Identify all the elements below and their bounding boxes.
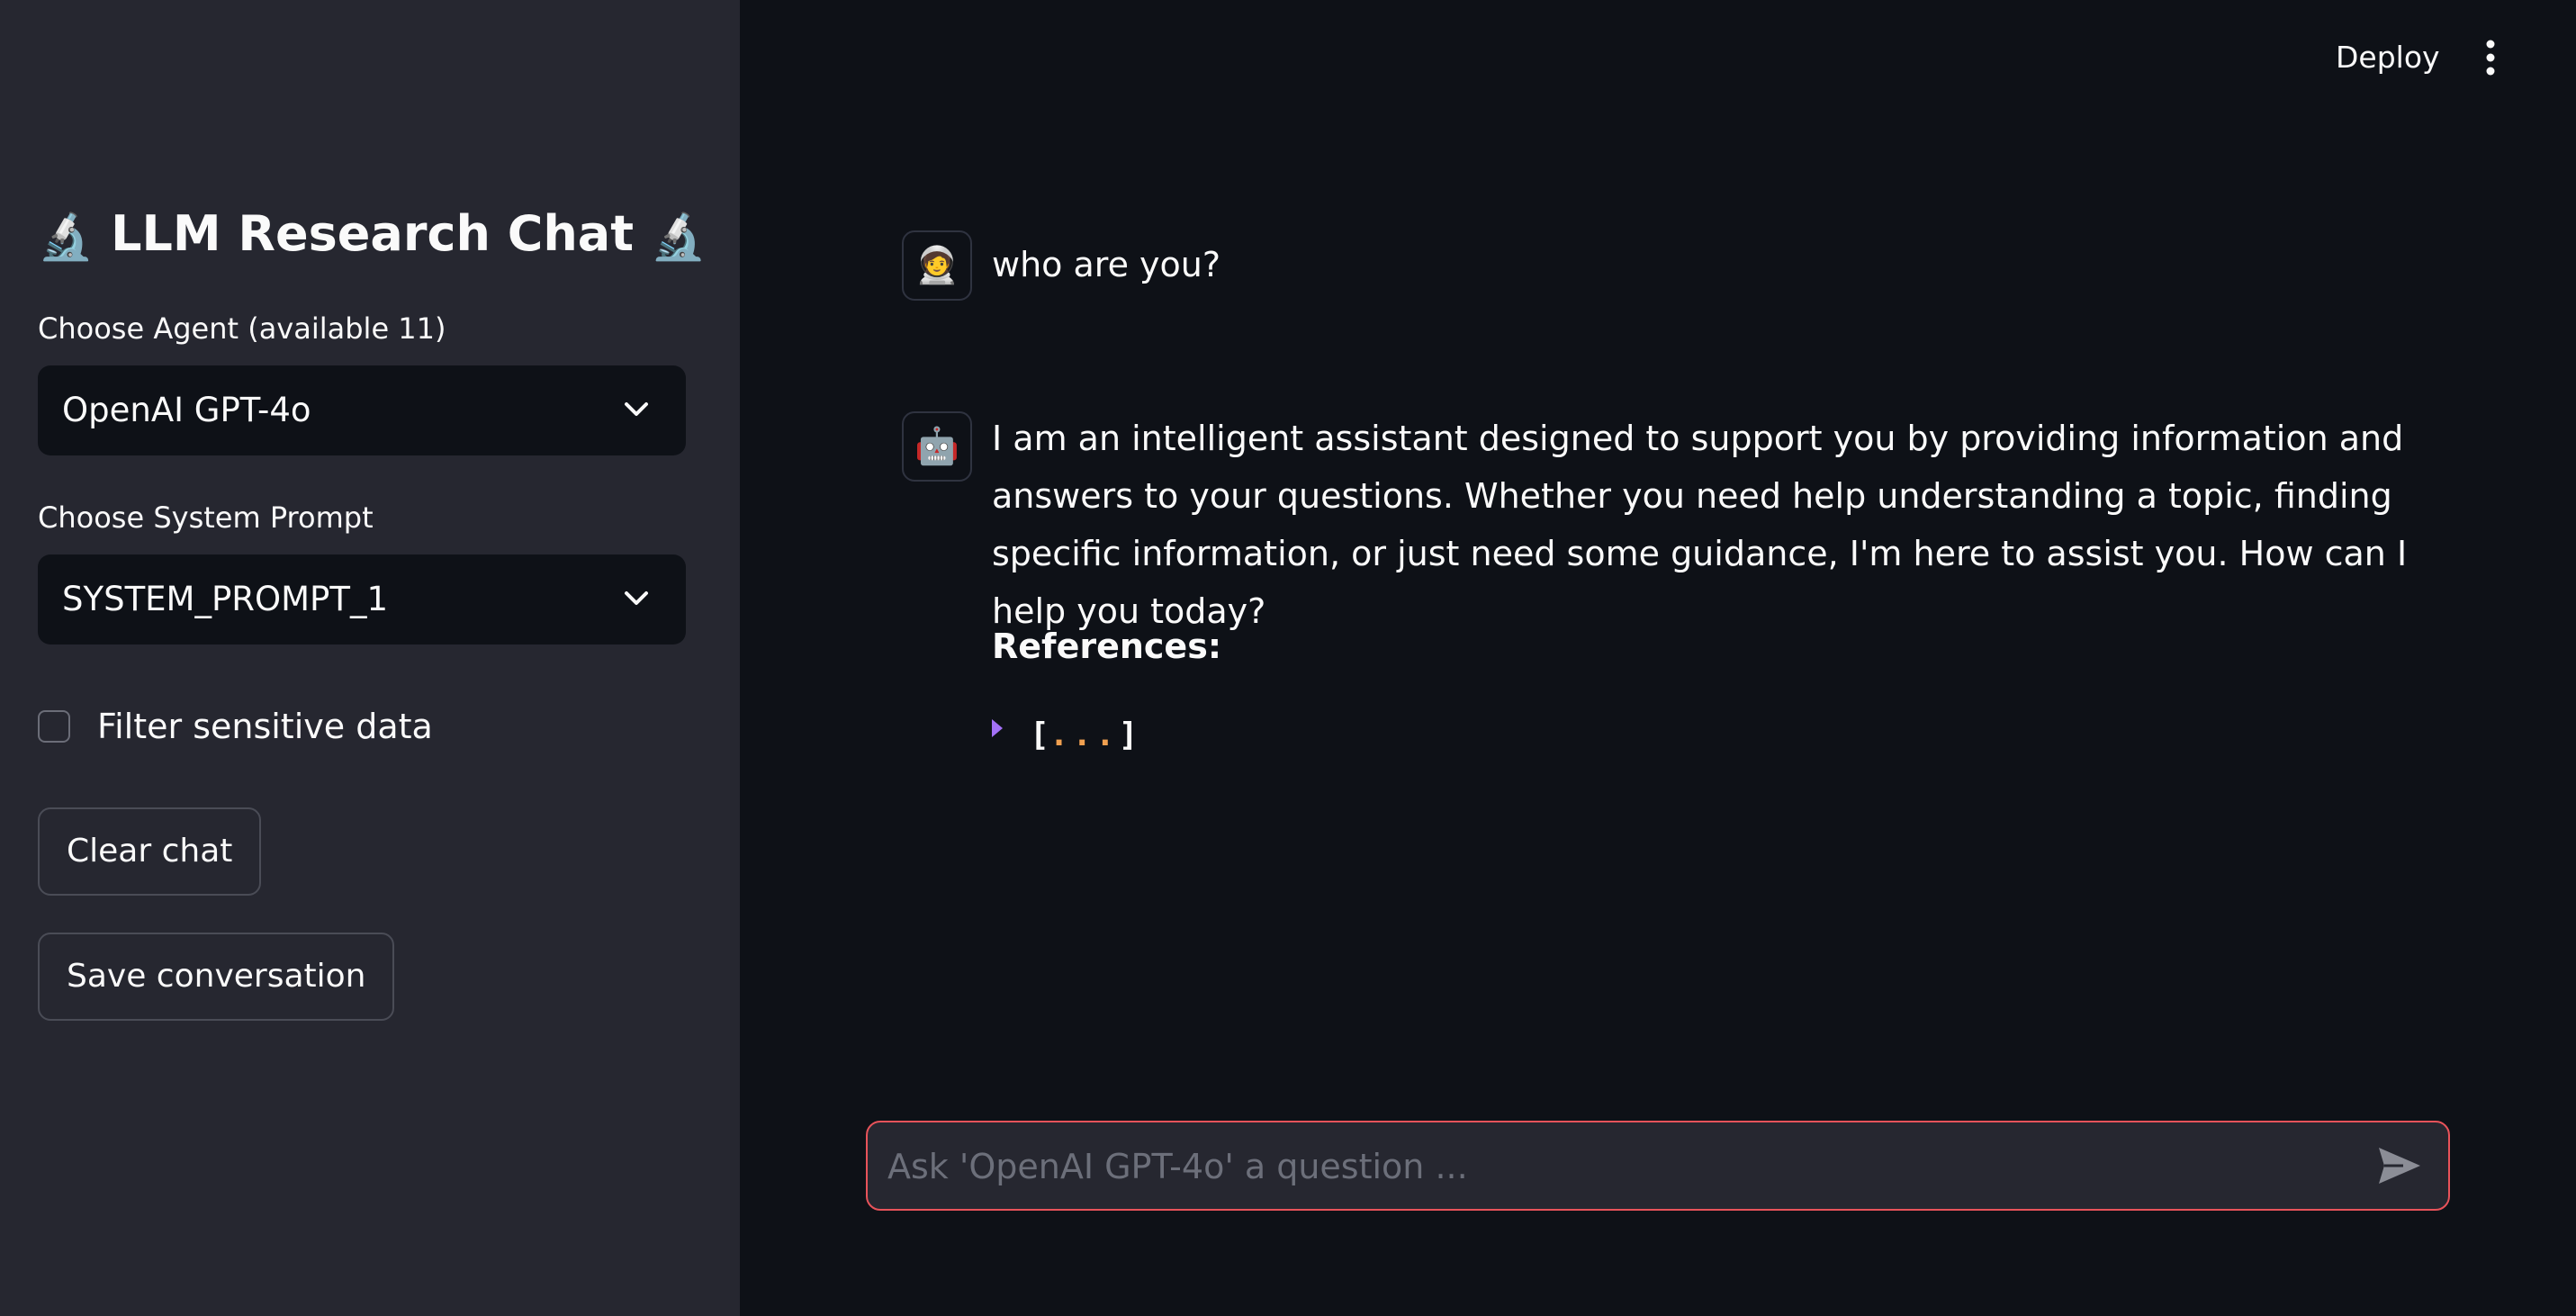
caret-right-icon <box>992 719 1003 737</box>
save-conversation-button[interactable]: Save conversation <box>38 933 395 1021</box>
chat-input[interactable] <box>886 1122 2311 1211</box>
send-icon[interactable] <box>2376 1144 2423 1187</box>
references-close-bracket: ] <box>1118 716 1139 753</box>
references-open-bracket: [ <box>1030 716 1049 753</box>
system-prompt-select-value: SYSTEM_PROMPT_1 <box>62 580 388 618</box>
kebab-menu-icon[interactable] <box>2472 36 2509 79</box>
microscope-icon: 🔬 <box>38 211 95 264</box>
system-prompt-select[interactable]: SYSTEM_PROMPT_1 <box>38 554 686 644</box>
chevron-down-icon <box>625 402 648 416</box>
app-root: 🔬 LLM Research Chat 🔬 Choose Agent (avai… <box>0 0 2576 1316</box>
references-label: References: <box>992 626 1222 666</box>
deploy-button[interactable]: Deploy <box>2318 32 2458 83</box>
robot-avatar-icon: 🤖 <box>902 411 972 482</box>
filter-sensitive-data-label: Filter sensitive data <box>97 707 433 746</box>
filter-sensitive-data-row[interactable]: Filter sensitive data <box>38 704 433 749</box>
references-ellipsis: ... <box>1049 716 1119 753</box>
chat-input-container <box>866 1121 2450 1211</box>
system-prompt-select-label: Choose System Prompt <box>38 500 374 535</box>
agent-select-value: OpenAI GPT-4o <box>62 391 311 429</box>
references-json-toggle[interactable]: [ ... ] <box>992 709 1138 760</box>
user-message-text: who are you? <box>992 245 1221 284</box>
microscope-icon: 🔬 <box>650 211 707 264</box>
chevron-down-icon <box>625 591 648 605</box>
agent-select-label: Choose Agent (available 11) <box>38 311 446 346</box>
assistant-message-text: I am an intelligent assistant designed t… <box>992 419 2408 631</box>
sidebar: 🔬 LLM Research Chat 🔬 Choose Agent (avai… <box>0 0 740 1316</box>
sidebar-title-text: LLM Research Chat <box>111 205 635 262</box>
clear-chat-button[interactable]: Clear chat <box>38 807 262 896</box>
astronaut-avatar-icon: 🧑‍🚀 <box>902 230 972 301</box>
filter-sensitive-data-checkbox[interactable] <box>38 710 70 743</box>
agent-select[interactable]: OpenAI GPT-4o <box>38 365 686 455</box>
sidebar-title: 🔬 LLM Research Chat 🔬 <box>38 200 707 271</box>
